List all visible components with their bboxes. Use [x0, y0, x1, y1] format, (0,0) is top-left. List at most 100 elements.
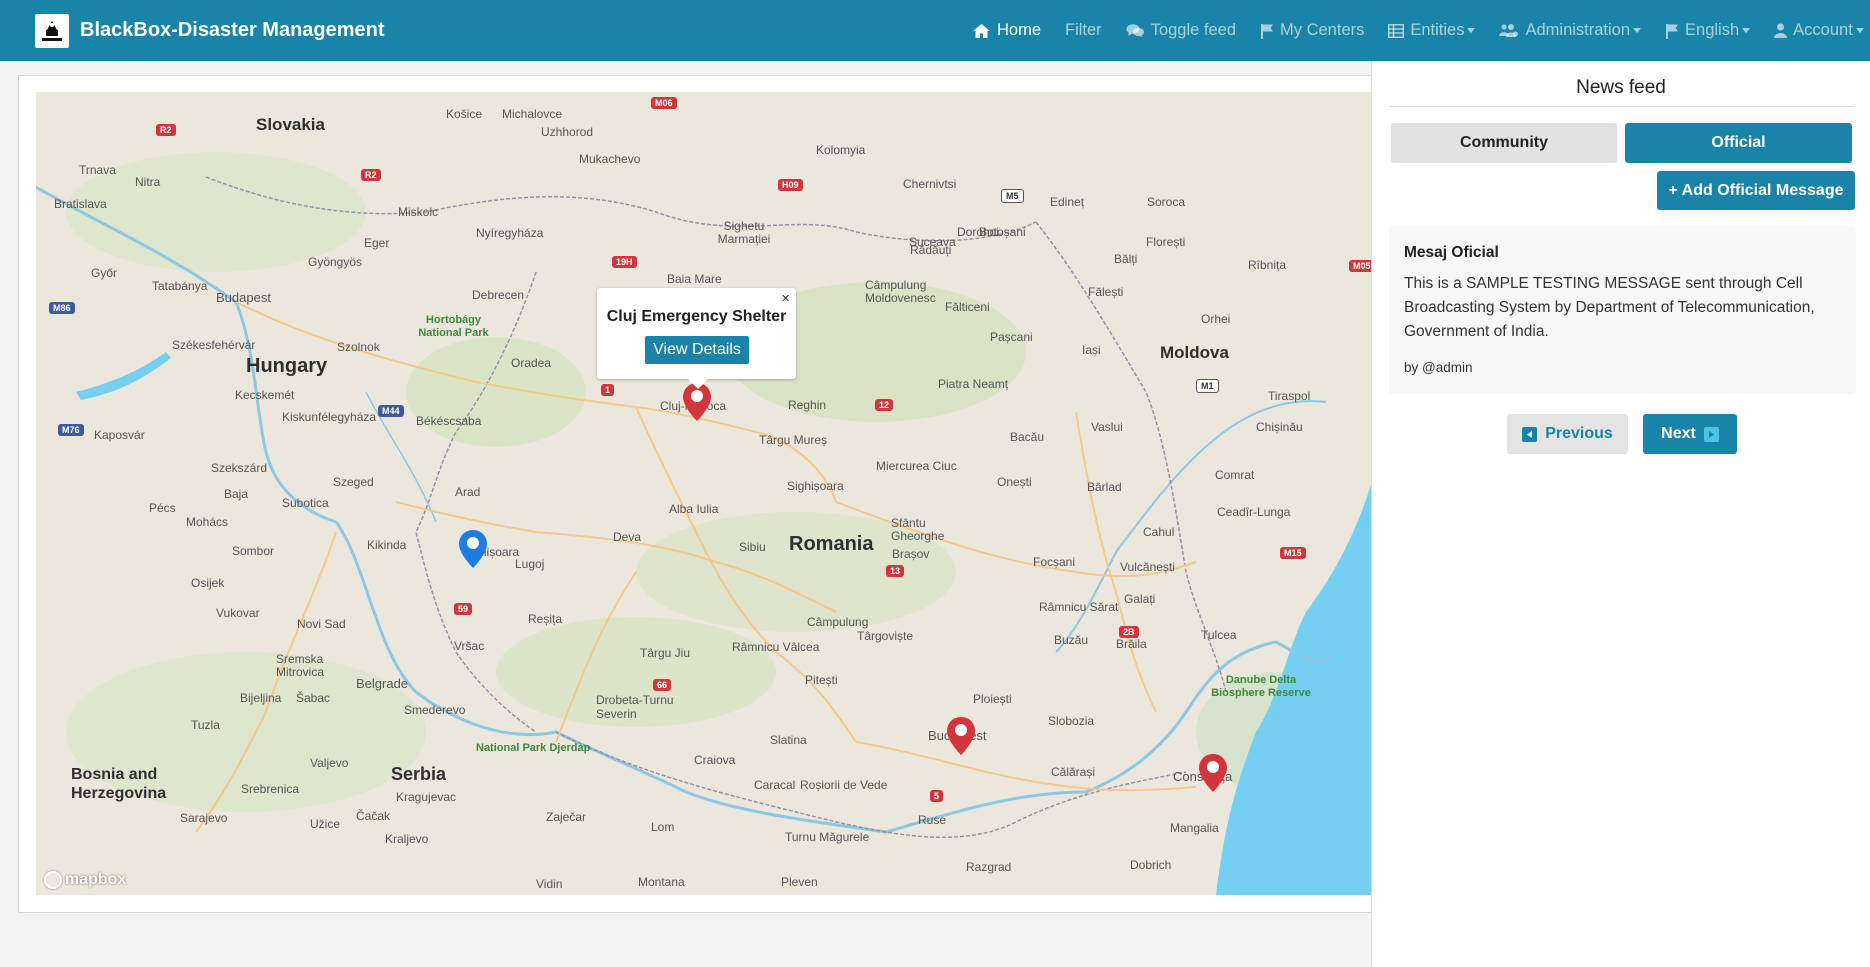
map-label-city: Uzhhorod	[541, 125, 594, 139]
nav-filter[interactable]: Filter	[1065, 21, 1102, 40]
map-label-city: Pitești	[805, 673, 838, 687]
nav-account-label: Account	[1793, 21, 1853, 39]
map-label-city: Kaposvár	[94, 428, 145, 442]
map-label-city: Piatra Neamț	[938, 377, 1009, 391]
map-label-city: Subotica	[282, 496, 329, 510]
road-shield: 13	[886, 565, 905, 577]
map-label-city: Ruse	[918, 813, 947, 827]
map-label-city: Câmpulung Moldovenesc	[865, 278, 936, 305]
nav-entities-label: Entities	[1410, 21, 1465, 39]
map-label-city: Focșani	[1033, 555, 1076, 569]
map-label-city: Sarajevo	[180, 811, 228, 825]
road-shield: M06	[651, 97, 677, 109]
top-navbar: BlackBox-Disaster Management Home Filter…	[0, 0, 1870, 61]
road-shield: 59	[454, 603, 473, 615]
map-label-city: Reghin	[788, 398, 827, 412]
nav-account-dropdown[interactable]: Account	[1774, 21, 1864, 40]
table-icon	[1388, 23, 1405, 38]
map-label-city: Kikinda	[367, 538, 407, 552]
map-label-city: Baia Mare	[667, 272, 722, 286]
nav-home-label: Home	[997, 21, 1042, 39]
road-shield: R2	[156, 124, 176, 136]
close-icon[interactable]: ×	[781, 290, 790, 307]
map-label-city: Fălticeni	[945, 300, 990, 314]
next-button[interactable]: Next	[1643, 414, 1737, 454]
map-label-city: Sibiu	[739, 540, 766, 554]
map-label-country: Moldova	[1160, 343, 1229, 362]
nav-administration-label: Administration	[1525, 21, 1631, 39]
nav-menu: Home Filter Toggle feed My Centers Entit…	[972, 0, 1870, 61]
map-label-city: Ceadîr-Lunga	[1217, 505, 1291, 519]
map-label-city: Novi Sad	[297, 617, 346, 631]
map-label-city: Târgu Jiu	[640, 646, 691, 660]
flag-icon	[1261, 23, 1274, 39]
nav-administration-dropdown[interactable]: Administration	[1499, 21, 1642, 40]
divider	[1389, 106, 1854, 107]
next-button-label: Next	[1661, 425, 1696, 442]
map-label-city: Tuzla	[191, 718, 220, 732]
map-label-city: Vaslui	[1091, 420, 1123, 434]
message-title: Mesaj Oficial	[1404, 244, 1499, 261]
map-label-city: Chernivtsi	[903, 177, 957, 191]
road-shield: M76	[58, 424, 84, 436]
map-label-city: Srebrenica	[241, 782, 300, 796]
map-label-city: Nyíregyháza	[476, 226, 544, 240]
map-label-city: Târgoviște	[857, 629, 914, 643]
news-feed-panel: News feed Community Official + Add Offic…	[1371, 61, 1870, 967]
map-label-city: Kragujevac	[396, 790, 457, 804]
previous-button[interactable]: Previous	[1507, 414, 1628, 454]
tab-community[interactable]: Community	[1391, 123, 1617, 163]
map-label-city: Dorohoi	[957, 225, 1000, 239]
popup-title: Cluj Emergency Shelter	[606, 308, 787, 325]
map-label-city: Chișinău	[1256, 420, 1303, 434]
map-label-park: National Park Djerdap	[476, 742, 591, 754]
map-label-city: Mohács	[186, 515, 229, 529]
map-label-city: Békéscsaba	[416, 414, 482, 428]
map-label-city: Bijeljina	[240, 691, 282, 705]
map[interactable]: Slovakia Hungary Romania Moldova Serbia …	[36, 92, 1372, 895]
nav-language-dropdown[interactable]: English	[1665, 21, 1751, 40]
road-shield: 66	[653, 679, 672, 691]
map-label-city: Buzău	[1054, 633, 1089, 647]
map-label-city: Vulcănești	[1120, 560, 1175, 574]
map-label-city: Mukachevo	[579, 152, 641, 166]
map-label-country: Romania	[789, 533, 874, 555]
map-label-city: Brăila	[1116, 637, 1147, 651]
brand[interactable]: BlackBox-Disaster Management	[35, 13, 385, 48]
previous-button-label: Previous	[1545, 425, 1613, 442]
nav-my-centers[interactable]: My Centers	[1260, 21, 1364, 40]
map-label-city: Razgrad	[966, 860, 1012, 874]
nav-toggle-feed[interactable]: Toggle feed	[1126, 21, 1236, 40]
road-shield: 12	[875, 399, 894, 411]
map-label-city: Michalovce	[502, 107, 563, 121]
map-label-city: Bratislava	[54, 197, 107, 211]
map-label-city: Székesfehérvár	[172, 338, 256, 352]
tab-official[interactable]: Official	[1625, 123, 1852, 163]
map-label-city: Sremska Mitrovica	[276, 652, 325, 679]
news-feed-title: News feed	[1576, 77, 1666, 98]
map-label-city: Ploiești	[973, 692, 1012, 706]
map-label-city: Tatabánya	[152, 279, 208, 293]
marker-constanta[interactable]	[1198, 753, 1228, 793]
users-cog-icon	[1499, 24, 1519, 37]
nav-home[interactable]: Home	[972, 21, 1041, 40]
mapbox-logo[interactable]: mapbox	[44, 871, 126, 889]
nav-entities-dropdown[interactable]: Entities	[1388, 21, 1476, 40]
chevron-down-icon	[1633, 28, 1642, 33]
map-label-city: Mangalia	[1170, 821, 1219, 835]
brand-title: BlackBox-Disaster Management	[80, 19, 385, 41]
add-official-message-button[interactable]: + Add Official Message	[1657, 171, 1855, 210]
map-label-city: Győr	[91, 266, 118, 280]
map-label-city: Oradea	[511, 356, 552, 370]
user-icon	[1774, 23, 1788, 38]
marker-bucharest[interactable]	[946, 716, 976, 756]
home-icon	[973, 23, 990, 38]
view-details-button[interactable]: View Details	[645, 336, 749, 364]
map-label-city: Reșița	[528, 612, 563, 626]
map-label-city: Slatina	[770, 733, 807, 747]
map-label-city: Sombor	[232, 544, 275, 558]
map-label-city: Cahul	[1143, 525, 1175, 539]
marker-timisoara[interactable]	[458, 529, 488, 569]
map-label-city: Szekszárd	[211, 461, 268, 475]
map-label-city: Szeged	[333, 475, 374, 489]
